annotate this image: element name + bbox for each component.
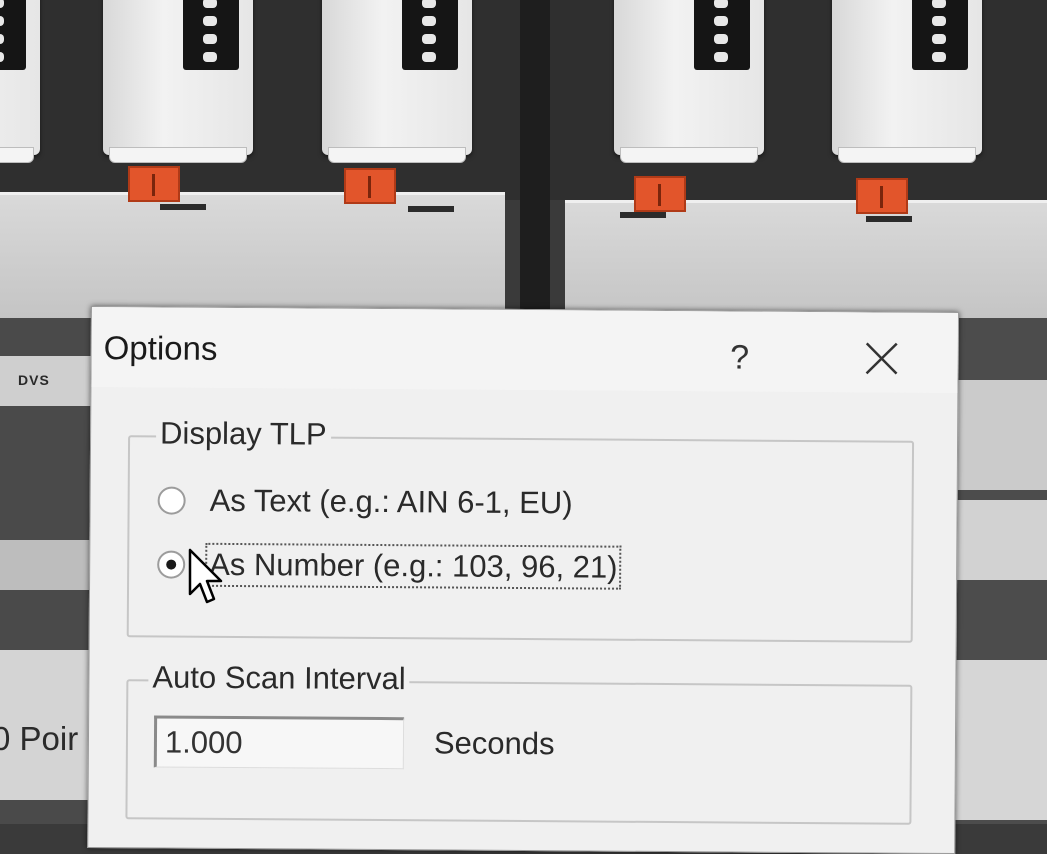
dvs-label: DVS <box>18 372 50 388</box>
help-button[interactable]: ? <box>712 335 768 379</box>
close-icon <box>865 342 898 375</box>
display-tlp-group: Display TLP As Text (e.g.: AIN 6-1, EU) … <box>126 415 915 643</box>
seconds-label: Seconds <box>433 725 555 762</box>
io-module <box>103 0 253 163</box>
as-number-label[interactable]: As Number (e.g.: 103, 96, 21) <box>205 542 622 590</box>
rail-slot <box>866 216 912 222</box>
panel-strip <box>955 380 1047 490</box>
auto-scan-group: Auto Scan Interval Seconds <box>125 659 913 825</box>
options-dialog: Options ? Display TLP As Text (e.g.: AIN… <box>87 306 959 854</box>
as-text-radio[interactable] <box>157 486 186 515</box>
panel-strip <box>955 660 1047 820</box>
dialog-title: Options <box>103 329 218 367</box>
display-tlp-legend: Display TLP <box>155 415 331 453</box>
rail-slot <box>408 206 454 212</box>
dialog-titlebar[interactable]: Options ? <box>91 307 958 394</box>
as-text-option[interactable]: As Text (e.g.: AIN 6-1, EU) <box>157 477 574 526</box>
close-button[interactable] <box>841 334 921 383</box>
orange-latch <box>344 168 396 204</box>
scan-interval-input[interactable] <box>153 715 405 770</box>
background-partial-text: 0 Poir <box>0 720 79 757</box>
panel-strip <box>0 540 95 590</box>
io-module <box>614 0 764 163</box>
io-module <box>322 0 472 163</box>
as-number-radio[interactable] <box>157 550 186 579</box>
io-module <box>832 0 982 163</box>
io-module <box>0 0 40 163</box>
panel-strip <box>955 500 1047 580</box>
orange-latch <box>856 178 908 214</box>
rail-slot <box>620 212 666 218</box>
orange-latch <box>634 176 686 212</box>
as-number-option[interactable]: As Number (e.g.: 103, 96, 21) <box>157 541 622 590</box>
auto-scan-legend: Auto Scan Interval <box>148 659 410 698</box>
rail-slot <box>160 204 206 210</box>
as-text-label[interactable]: As Text (e.g.: AIN 6-1, EU) <box>208 481 575 524</box>
orange-latch <box>128 166 180 202</box>
rack-divider <box>520 0 550 320</box>
rail-right <box>565 200 1047 323</box>
